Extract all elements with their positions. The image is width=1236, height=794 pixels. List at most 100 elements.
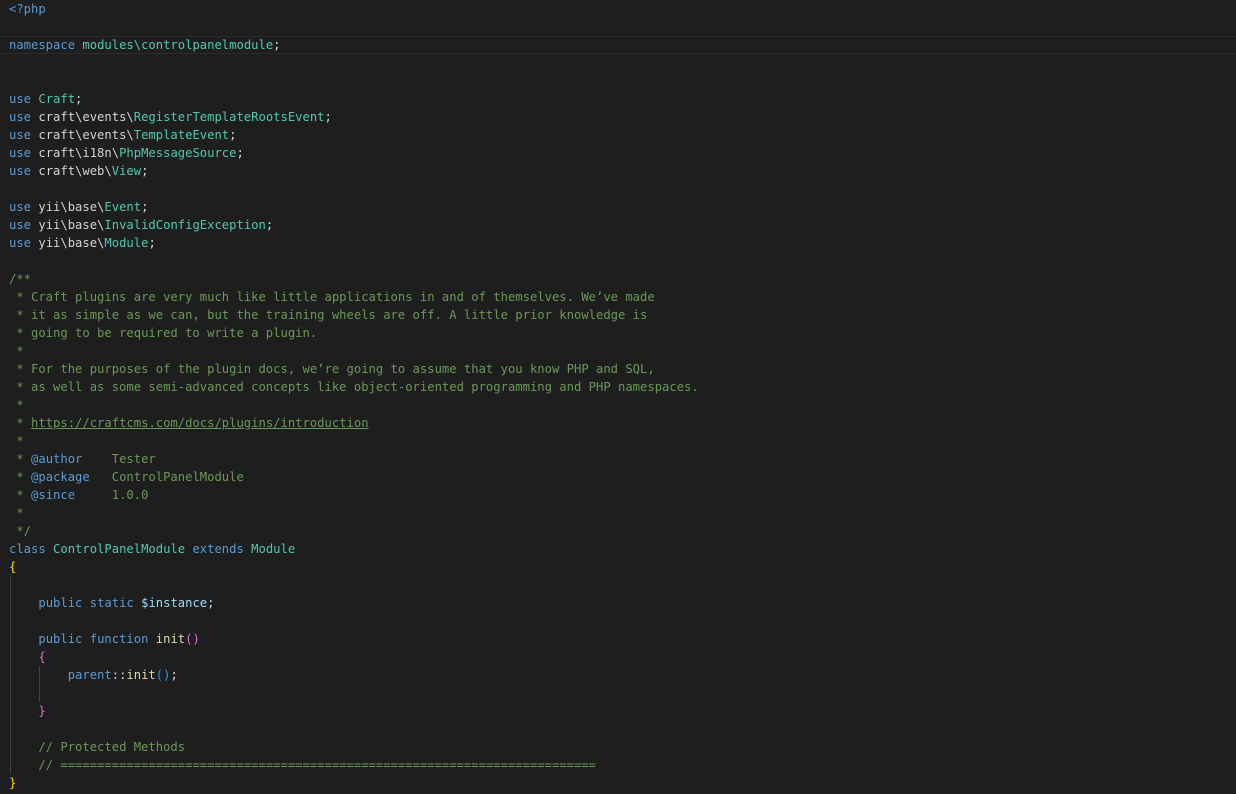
- line-comment: // =====================================…: [38, 758, 597, 772]
- semicolon: ;: [207, 596, 215, 610]
- code-line: use craft\events\RegisterTemplateRootsEv…: [9, 108, 1236, 126]
- doc-tag-value: ControlPanelModule: [89, 470, 244, 484]
- static-keyword: static: [89, 596, 134, 610]
- use-class: RegisterTemplateRootsEvent: [133, 110, 325, 124]
- code-line: * Craft plugins are very much like littl…: [9, 288, 1236, 306]
- doc-link[interactable]: https://craftcms.com/docs/plugins/introd…: [31, 416, 369, 430]
- public-keyword: public: [38, 632, 83, 646]
- use-keyword: use: [9, 128, 32, 142]
- use-keyword: use: [9, 146, 32, 160]
- code-line: use craft\i18n\PhpMessageSource;: [9, 144, 1236, 162]
- code-line: *: [9, 342, 1236, 360]
- code-line: parent::init();: [9, 666, 1236, 684]
- line-comment: // Protected Methods: [38, 740, 186, 754]
- doc-comment-text: * it as simple as we can, but the traini…: [9, 308, 648, 322]
- code-line: use craft\events\TemplateEvent;: [9, 126, 1236, 144]
- use-keyword: use: [9, 236, 32, 250]
- code-line: /**: [9, 270, 1236, 288]
- doc-comment-text: * For the purposes of the plugin docs, w…: [9, 362, 655, 376]
- init-call: init: [126, 668, 156, 682]
- code-line: // =====================================…: [9, 756, 1236, 774]
- use-class: Module: [104, 236, 149, 250]
- current-line: namespace modules\controlpanelmodule;: [0, 36, 1236, 54]
- php-open-tag: <?php: [9, 2, 46, 16]
- code-line: *: [9, 432, 1236, 450]
- method-brace-close: }: [38, 704, 46, 718]
- class-brace-open: {: [9, 560, 17, 574]
- semicolon: ;: [273, 38, 281, 52]
- doc-tag-value: 1.0.0: [75, 488, 149, 502]
- code-line: * going to be required to write a plugin…: [9, 324, 1236, 342]
- code-line: use yii\base\InvalidConfigException;: [9, 216, 1236, 234]
- function-keyword: function: [89, 632, 149, 646]
- code-line: *: [9, 504, 1236, 522]
- code-line: }: [9, 702, 1236, 720]
- semicolon: ;: [148, 236, 156, 250]
- extends-keyword: extends: [192, 542, 244, 556]
- doc-comment-open: /**: [9, 272, 32, 286]
- use-namespace: craft\events\: [38, 110, 134, 124]
- use-namespace: yii\base\: [38, 236, 105, 250]
- doc-tag-value: Tester: [82, 452, 156, 466]
- doc-tag-since: @since: [31, 488, 76, 502]
- paren-close: ): [192, 632, 200, 646]
- semicolon: ;: [265, 218, 274, 232]
- parent-keyword: parent: [67, 668, 112, 682]
- doc-comment-star: *: [9, 488, 32, 502]
- code-lines[interactable]: <?php namespace modules\controlpanelmodu…: [0, 0, 1236, 792]
- code-line: * @package ControlPanelModule: [9, 468, 1236, 486]
- semicolon: ;: [229, 128, 237, 142]
- doc-comment-star: *: [9, 506, 24, 520]
- use-keyword: use: [9, 164, 32, 178]
- use-keyword: use: [9, 110, 32, 124]
- doc-comment-star: *: [9, 434, 24, 448]
- use-keyword: use: [9, 218, 32, 232]
- use-class: PhpMessageSource: [119, 146, 237, 160]
- semicolon: ;: [75, 92, 83, 106]
- method-brace-open: {: [38, 650, 46, 664]
- scope-operator: ::: [111, 668, 127, 682]
- parent-class-name: Module: [251, 542, 296, 556]
- code-line: * For the purposes of the plugin docs, w…: [9, 360, 1236, 378]
- doc-comment-text: * Craft plugins are very much like littl…: [9, 290, 655, 304]
- semicolon: ;: [141, 164, 149, 178]
- code-line: * @author Tester: [9, 450, 1236, 468]
- code-line: * it as simple as we can, but the traini…: [9, 306, 1236, 324]
- use-namespace: craft\i18n\: [38, 146, 120, 160]
- class-name: ControlPanelModule: [53, 542, 186, 556]
- semicolon: ;: [236, 146, 244, 160]
- namespace-name: modules\controlpanelmodule: [82, 38, 274, 52]
- code-editor[interactable]: <?php namespace modules\controlpanelmodu…: [0, 0, 1236, 794]
- class-brace-close: }: [9, 776, 17, 790]
- doc-comment-text: * as well as some semi-advanced concepts…: [9, 380, 699, 394]
- code-line: class ControlPanelModule extends Module: [9, 540, 1236, 558]
- code-line: * @since 1.0.0: [9, 486, 1236, 504]
- public-keyword: public: [38, 596, 83, 610]
- use-keyword: use: [9, 200, 32, 214]
- doc-comment-star: *: [9, 470, 32, 484]
- use-namespace: yii\base\: [38, 218, 105, 232]
- use-namespace: yii\base\: [38, 200, 105, 214]
- doc-comment-star: *: [9, 344, 24, 358]
- doc-comment-text: * going to be required to write a plugin…: [9, 326, 318, 340]
- use-class: TemplateEvent: [133, 128, 230, 142]
- code-line: }: [9, 774, 1236, 792]
- class-keyword: class: [9, 542, 46, 556]
- init-function-name: init: [155, 632, 186, 646]
- use-class: Event: [104, 200, 142, 214]
- instance-variable: $instance: [141, 596, 208, 610]
- doc-comment-star: *: [9, 398, 24, 412]
- code-line: // Protected Methods: [9, 738, 1236, 756]
- code-line: use yii\base\Module;: [9, 234, 1236, 252]
- doc-tag-package: @package: [31, 470, 90, 484]
- use-class: InvalidConfigException: [104, 218, 266, 232]
